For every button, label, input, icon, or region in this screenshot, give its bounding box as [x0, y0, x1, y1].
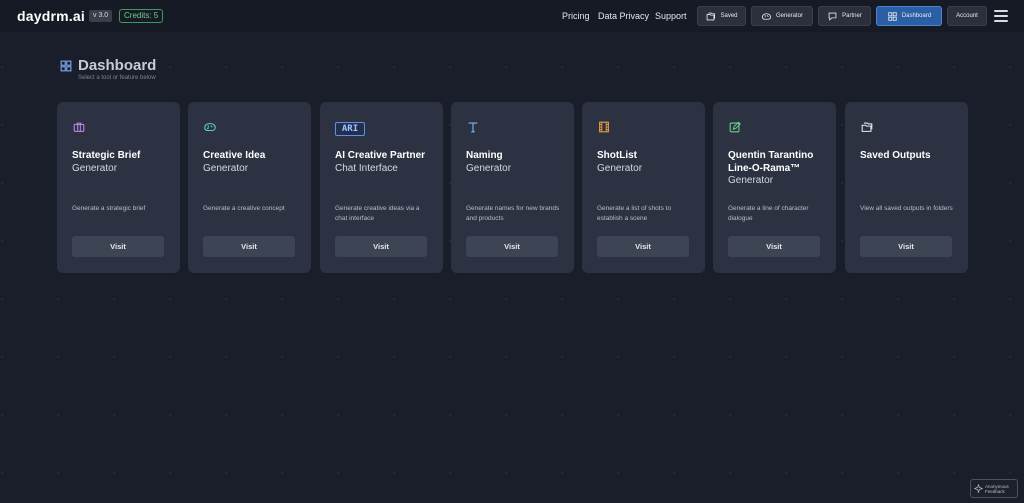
visit-button-creative-idea[interactable]: Visit [203, 236, 295, 257]
card-title: AI Creative Partner Chat Interface [335, 150, 426, 174]
generator-button-label: Generator [775, 13, 803, 19]
card-saved-outputs: Saved Outputs View all saved outputs in … [845, 102, 968, 273]
visit-button-ai-creative-partner[interactable]: Visit [335, 236, 427, 257]
visit-button-saved-outputs[interactable]: Visit [860, 236, 952, 257]
card-ai-creative-partner: ARI AI Creative Partner Chat Interface Ge… [320, 102, 443, 273]
briefcase-icon [73, 122, 85, 132]
film-icon [599, 121, 609, 133]
grid-icon [888, 11, 897, 21]
partner-button-label: Partner [842, 13, 862, 19]
credits-badge: Credits: 5 [119, 9, 164, 23]
card-title: ShotList Generator [597, 150, 643, 174]
edit-icon [729, 121, 741, 133]
visit-button-shotlist[interactable]: Visit [597, 236, 689, 257]
ari-badge: ARI [335, 122, 365, 136]
card-tarantino-line-o-rama: Quentin Tarantino Line-O-Rama™ Generator … [713, 102, 836, 273]
account-button-label: Account [956, 13, 978, 19]
brain-icon [204, 122, 216, 132]
card-title: Quentin Tarantino Line-O-Rama™ Generator [728, 150, 814, 186]
card-shotlist: ShotList Generator Generate a list of sho… [582, 102, 705, 273]
page-header: Dashboard Select a tool or feature below [60, 57, 157, 81]
chat-icon [828, 12, 837, 21]
card-description: Generate names for new brands and produc… [466, 205, 560, 222]
visit-button-strategic-brief[interactable]: Visit [72, 236, 164, 257]
visit-button-tarantino-line-o-rama[interactable]: Visit [728, 236, 820, 257]
folders-icon [707, 12, 716, 20]
nav-link-pricing[interactable]: Pricing [562, 11, 590, 21]
generator-button[interactable]: Generator [751, 6, 813, 26]
nav-link-data-privacy[interactable]: Data Privacy [598, 11, 649, 21]
card-description: Generate creative ideas via a chat inter… [335, 205, 420, 222]
top-navigation-bar: daydrm.ai v 3.0 Credits: 5 Pricing Data … [0, 0, 1024, 32]
anonymous-feedback-button[interactable]: Anonymous Feedback [970, 479, 1018, 498]
card-title: Naming Generator [466, 150, 512, 174]
card-naming: Naming Generator Generate names for new b… [451, 102, 574, 273]
card-description: View all saved outputs in folders [860, 205, 953, 212]
menu-icon[interactable] [994, 10, 1008, 22]
card-description: Generate a strategic brief [72, 205, 146, 212]
card-description: Generate a line of character dialogue [728, 205, 809, 222]
card-title: Saved Outputs [860, 150, 931, 161]
brain-icon [761, 12, 772, 20]
sparkle-icon [974, 484, 983, 493]
page-subtitle: Select a tool or feature below [78, 75, 156, 81]
card-description: Generate a creative concept [203, 205, 285, 212]
app-logo[interactable]: daydrm.ai [17, 8, 85, 24]
card-title: Creative Idea Generator [203, 150, 266, 174]
grid-icon [60, 60, 72, 71]
saved-button-label: Saved [720, 13, 738, 19]
visit-button-naming[interactable]: Visit [466, 236, 558, 257]
saved-button[interactable]: Saved [697, 6, 746, 26]
dashboard-button[interactable]: Dashboard [876, 6, 942, 26]
partner-button[interactable]: Partner [818, 6, 871, 26]
feedback-label: Anonymous Feedback [985, 483, 1009, 494]
card-title: Strategic Brief Generator [72, 150, 141, 174]
page-title: Dashboard [78, 57, 157, 74]
nav-link-support[interactable]: Support [655, 11, 687, 21]
text-icon [468, 122, 478, 133]
version-badge: v 3.0 [89, 10, 113, 22]
dashboard-button-label: Dashboard [901, 13, 932, 19]
card-description: Generate a list of shots to establish a … [597, 205, 672, 222]
card-creative-idea: Creative Idea Generator Generate a creati… [188, 102, 311, 273]
card-strategic-brief: Strategic Brief Generator Generate a stra… [57, 102, 180, 273]
account-button[interactable]: Account [947, 6, 987, 26]
folders-icon [861, 122, 873, 132]
